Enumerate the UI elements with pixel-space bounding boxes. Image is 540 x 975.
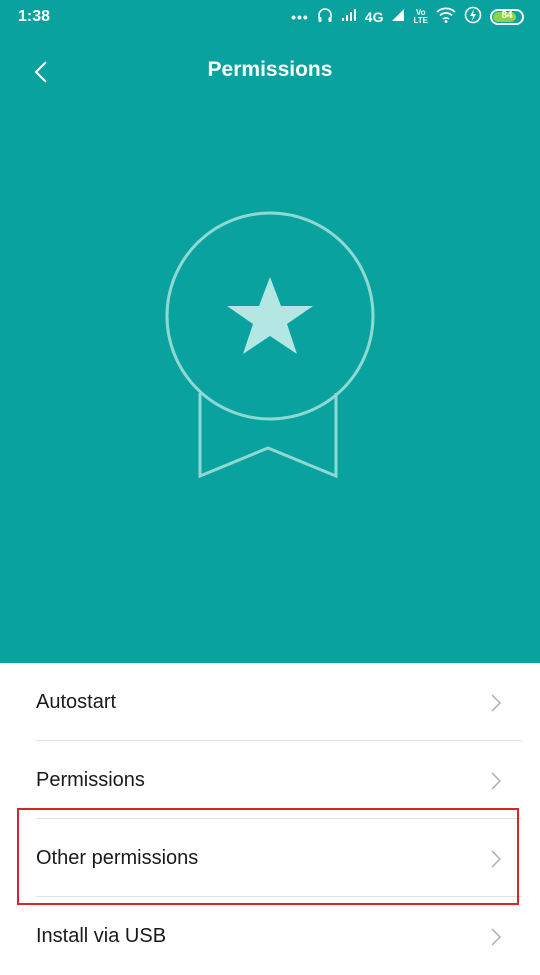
list-item-other-permissions[interactable]: Other permissions: [36, 819, 522, 897]
list-item-autostart[interactable]: Autostart: [36, 663, 522, 741]
permission-list: Autostart Permissions Other permissions …: [0, 663, 540, 962]
chevron-right-icon: [491, 850, 502, 868]
list-item-label: Other permissions: [36, 847, 199, 869]
notification-dots: •••: [291, 9, 309, 25]
battery-percent: 84: [501, 10, 513, 21]
volte-bottom: LTE: [413, 16, 428, 25]
chevron-right-icon: [491, 694, 502, 712]
chevron-right-icon: [491, 772, 502, 790]
page-title: Permissions: [207, 58, 333, 81]
volte-indicator: Vo LTE: [413, 9, 428, 25]
list-item-install-via-usb[interactable]: Install via USB: [36, 897, 522, 975]
signal-icon: [341, 8, 357, 27]
wifi-icon: [436, 7, 456, 28]
battery-icon: 84: [490, 9, 524, 25]
list-item-label: Install via USB: [36, 925, 167, 947]
list-item-label: Autostart: [36, 691, 117, 713]
status-bar: 1:38 ••• 4G Vo LTE 84: [0, 0, 540, 34]
network-type: 4G: [364, 9, 384, 25]
headphones-icon: [317, 7, 333, 28]
status-icons: ••• 4G Vo LTE 84: [291, 6, 524, 29]
list-item-permissions[interactable]: Permissions: [36, 741, 522, 819]
status-time: 1:38: [18, 8, 51, 25]
signal-strong-icon: [391, 8, 405, 27]
header-hero: 1:38 ••• 4G Vo LTE 84 Permissions: [0, 0, 540, 663]
list-item-label: Permissions: [36, 769, 145, 791]
charging-icon: [464, 6, 482, 29]
star-badge-icon: [165, 211, 375, 479]
chevron-right-icon: [491, 928, 502, 946]
